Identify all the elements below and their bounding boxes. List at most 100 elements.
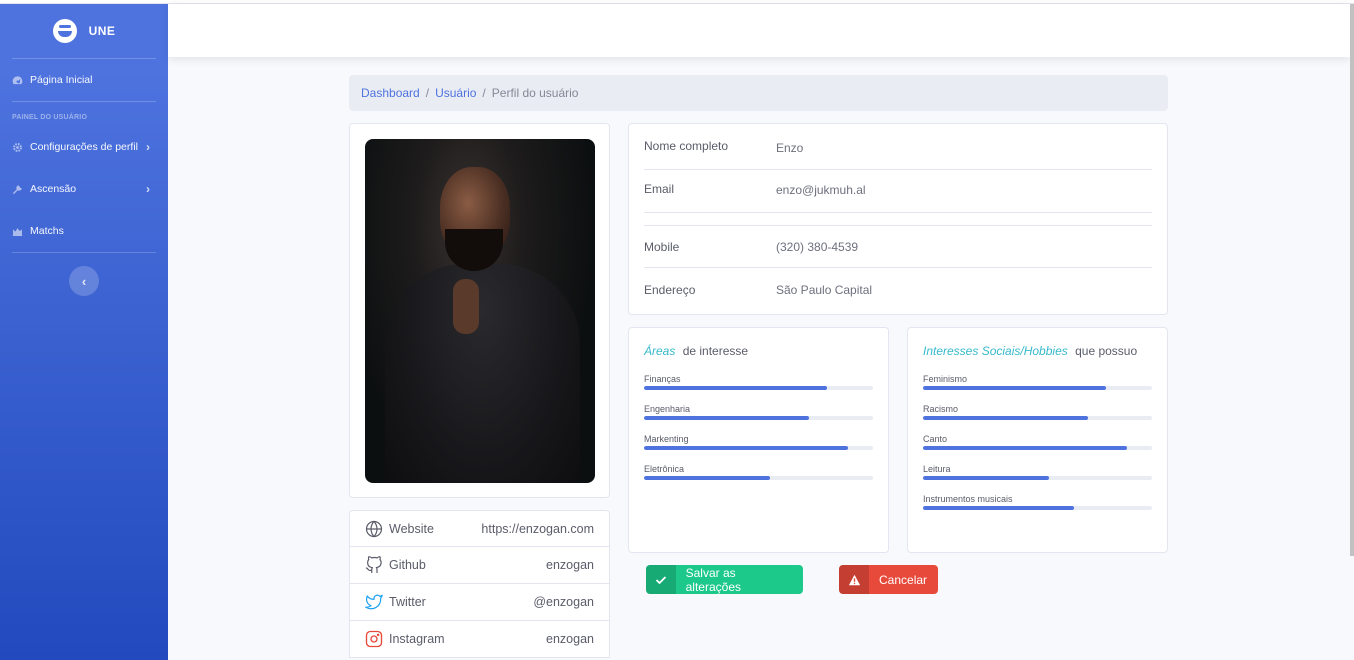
link-name: Instagram: [389, 632, 445, 646]
link-name: Github: [389, 558, 426, 572]
profile-info-card: Nome completo Enzo Email enzo@jukmuh.al …: [628, 123, 1168, 315]
link-value: enzogan: [546, 632, 594, 646]
globe-icon: [365, 520, 383, 538]
progress-track: [923, 416, 1152, 420]
sidebar-item-matchs[interactable]: Matchs: [0, 210, 168, 252]
info-label: Mobile: [644, 239, 680, 254]
progress-label: Finanças: [644, 374, 681, 384]
link-name: Website: [389, 521, 434, 536]
areas-progress-list: Finanças Engenharia Markenting Eletrônica: [644, 374, 873, 480]
card-title-highlight: Áreas: [644, 344, 676, 358]
progress-item: Instrumentos musicais: [923, 494, 1152, 510]
dashboard-icon: [12, 75, 23, 86]
progress-label: Markenting: [644, 434, 689, 444]
profile-photo-card: [349, 123, 610, 498]
progress-item: Engenharia: [644, 404, 873, 420]
card-title-rest: que possuo: [1075, 344, 1138, 358]
progress-track: [644, 416, 873, 420]
progress-fill: [644, 386, 828, 390]
progress-fill: [644, 416, 809, 420]
link-twitter[interactable]: Twitter @enzogan: [349, 584, 610, 621]
progress-label: Engenharia: [644, 404, 691, 414]
progress-label: Racismo: [923, 404, 959, 414]
breadcrumb-user-link[interactable]: Usuário: [435, 86, 476, 100]
chevron-right-icon: ›: [146, 140, 150, 154]
info-label: Email: [644, 182, 675, 196]
sidebar-item-ascensao[interactable]: Ascensão ›: [0, 168, 168, 210]
breadcrumb-dashboard-link[interactable]: Dashboard: [361, 86, 420, 100]
sidebar-brand[interactable]: UNE: [0, 4, 168, 58]
progress-label: Feminismo: [923, 374, 968, 384]
sidebar-item-home[interactable]: Página Inicial: [0, 59, 168, 101]
warning-icon: [839, 565, 869, 594]
twitter-icon: [365, 593, 383, 611]
link-instagram[interactable]: Instagram enzogan: [349, 621, 610, 658]
progress-track: [923, 446, 1152, 450]
sidebar-heading: PAINEL DO USUÁRIO: [12, 114, 88, 121]
sidebar-item-label: Página Inicial: [30, 74, 93, 86]
link-website[interactable]: Website https://enzogan.com: [349, 510, 610, 547]
progress-track: [644, 386, 873, 390]
progress-label: Leitura: [923, 464, 951, 474]
link-value: https://enzogan.com: [481, 521, 594, 536]
card-title-highlight: Interesses Sociais/Hobbies: [923, 344, 1068, 358]
areas-of-interest-card: Áreas de interesse Finanças Engenharia Mar…: [628, 327, 889, 553]
progress-fill: [923, 506, 1075, 510]
save-button[interactable]: Salvar as alterações: [646, 565, 803, 594]
card-title: Interesses Sociais/Hobbies que possuo: [923, 344, 1152, 358]
progress-fill: [923, 386, 1107, 390]
chevron-right-icon: ›: [146, 182, 150, 196]
cancel-button-label: Cancelar: [879, 572, 928, 587]
info-row-address: Endereço São Paulo Capital: [644, 268, 1152, 311]
chart-area-icon: [12, 226, 23, 237]
wrench-icon: [12, 184, 23, 195]
progress-fill: [644, 476, 770, 480]
github-icon: [365, 556, 383, 574]
info-value: Enzo: [776, 140, 804, 155]
progress-fill: [923, 416, 1088, 420]
progress-fill: [644, 446, 848, 450]
progress-label: Canto: [923, 434, 948, 444]
progress-item: Eletrônica: [644, 464, 873, 480]
profile-photo: [365, 139, 595, 483]
progress-fill: [923, 446, 1127, 450]
progress-track: [923, 476, 1152, 480]
progress-item: Canto: [923, 434, 1152, 450]
progress-track: [644, 446, 873, 450]
progress-track: [644, 476, 873, 480]
info-value: São Paulo Capital: [776, 282, 873, 297]
card-title: Áreas de interesse: [644, 344, 873, 358]
progress-track: [923, 506, 1152, 510]
info-divider: [644, 213, 1152, 226]
progress-item: Racismo: [923, 404, 1152, 420]
brand-logo-icon: [52, 19, 77, 43]
progress-label: Instrumentos musicais: [923, 494, 1013, 504]
link-github[interactable]: Github enzogan: [349, 547, 610, 584]
sidebar-item-label: Configurações de perfil: [30, 141, 138, 153]
gear-icon: [12, 142, 23, 153]
progress-item: Feminismo: [923, 374, 1152, 390]
info-label: Nome completo: [644, 138, 729, 153]
brand-name: UNE: [88, 24, 116, 38]
breadcrumb-separator: /: [482, 86, 486, 100]
sidebar-item-label: Ascensão: [30, 183, 77, 195]
hobbies-progress-list: Feminismo Racismo Canto Leitura Instrumentos…: [923, 374, 1152, 510]
hobbies-card: Interesses Sociais/Hobbies que possuo Fe…: [907, 327, 1168, 553]
info-value: (320) 380-4539: [776, 239, 859, 254]
save-button-label: Salvar as alterações: [685, 565, 741, 594]
check-icon: [646, 565, 676, 594]
link-value: enzogan: [546, 558, 594, 572]
cancel-button[interactable]: Cancelar: [839, 565, 938, 594]
sidebar-item-profile-settings[interactable]: Configurações de perfil ›: [0, 126, 168, 168]
sidebar-divider: [12, 252, 156, 253]
card-title-rest: de interesse: [682, 344, 749, 358]
social-links-list: Website https://enzogan.com Github enzog…: [349, 510, 610, 658]
progress-item: Finanças: [644, 374, 873, 390]
breadcrumb: Dashboard / Usuário / Perfil do usuário: [349, 75, 1168, 111]
progress-label: Eletrônica: [644, 464, 685, 474]
sidebar-toggle-button[interactable]: ‹: [69, 266, 99, 296]
breadcrumb-separator: /: [425, 86, 430, 100]
info-value: enzo@jukmuh.al: [776, 183, 866, 197]
page-scrollbar[interactable]: [1350, 4, 1354, 556]
sidebar: UNE Página Inicial PAINEL DO USUÁRIO Con…: [0, 4, 168, 660]
